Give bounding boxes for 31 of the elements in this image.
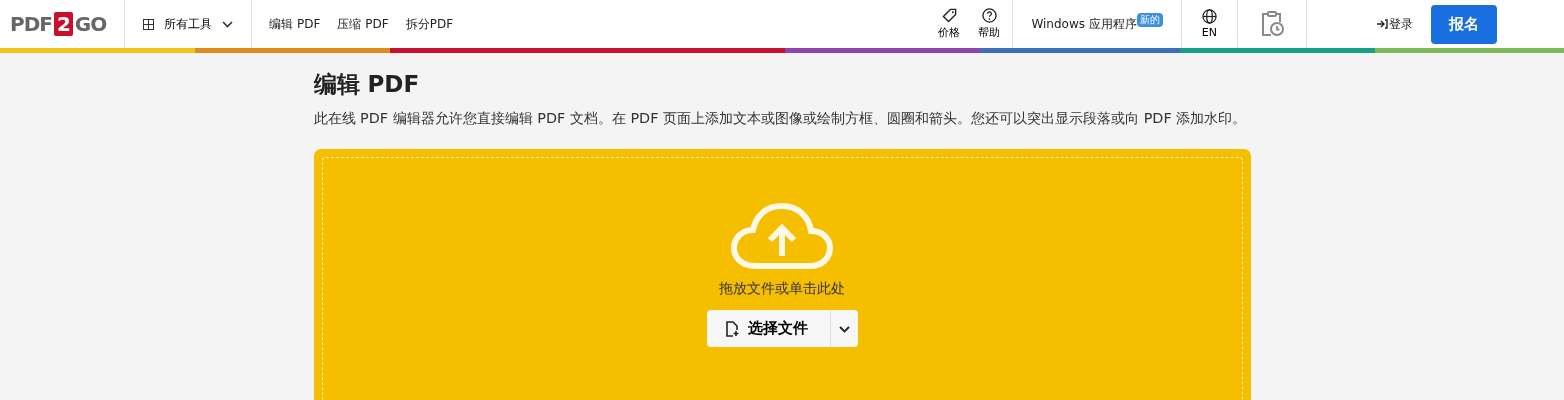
- language-button[interactable]: EN: [1195, 9, 1223, 39]
- signup-button[interactable]: 报名: [1431, 4, 1497, 44]
- sign-in-icon: [1377, 19, 1388, 29]
- page-description: 此在线 PDF 编辑器允许您直接编辑 PDF 文档。在 PDF 页面上添加文本或图像或绘制方框、圆圈和箭头。您还可以突出显示段落或向 PDF 添加水印。: [313, 109, 1248, 128]
- upload-drop-zone[interactable]: 拖放文件或单击此处 选择文件: [313, 149, 1251, 400]
- chevron-down-icon: [838, 326, 850, 333]
- file-add-icon: [725, 320, 739, 337]
- nav-link[interactable]: 编辑 PDF: [269, 15, 321, 33]
- nav-link[interactable]: 压缩 PDF: [337, 15, 389, 33]
- help-icon: [981, 8, 997, 23]
- logo[interactable]: PDF 2 GO: [0, 12, 125, 36]
- drop-hint: 拖放文件或单击此处: [719, 280, 845, 298]
- page-title: 编辑 PDF: [313, 70, 421, 99]
- tag-icon: [941, 8, 957, 23]
- globe-icon: [1201, 9, 1217, 24]
- login-link[interactable]: 登录: [1377, 15, 1413, 33]
- choose-file-button[interactable]: 选择文件: [706, 310, 830, 347]
- logo-text: GO: [74, 12, 107, 36]
- pricing-link[interactable]: 价格: [932, 8, 967, 40]
- clipboard-clock-icon[interactable]: [1260, 11, 1284, 37]
- chevron-down-icon: [222, 20, 234, 28]
- upload-options-button[interactable]: [829, 310, 858, 347]
- all-tools-menu[interactable]: 所有工具: [125, 15, 252, 33]
- help-link[interactable]: 帮助: [972, 8, 1007, 40]
- nav-link[interactable]: 拆分PDF: [405, 15, 454, 33]
- logo-mark: 2: [53, 12, 73, 36]
- cloud-upload-icon: [730, 202, 834, 270]
- new-badge: 新的: [1136, 13, 1163, 27]
- logo-text: PDF: [10, 12, 52, 36]
- grid-icon: [143, 18, 155, 30]
- windows-app-link[interactable]: Windows 应用程序: [1031, 15, 1137, 33]
